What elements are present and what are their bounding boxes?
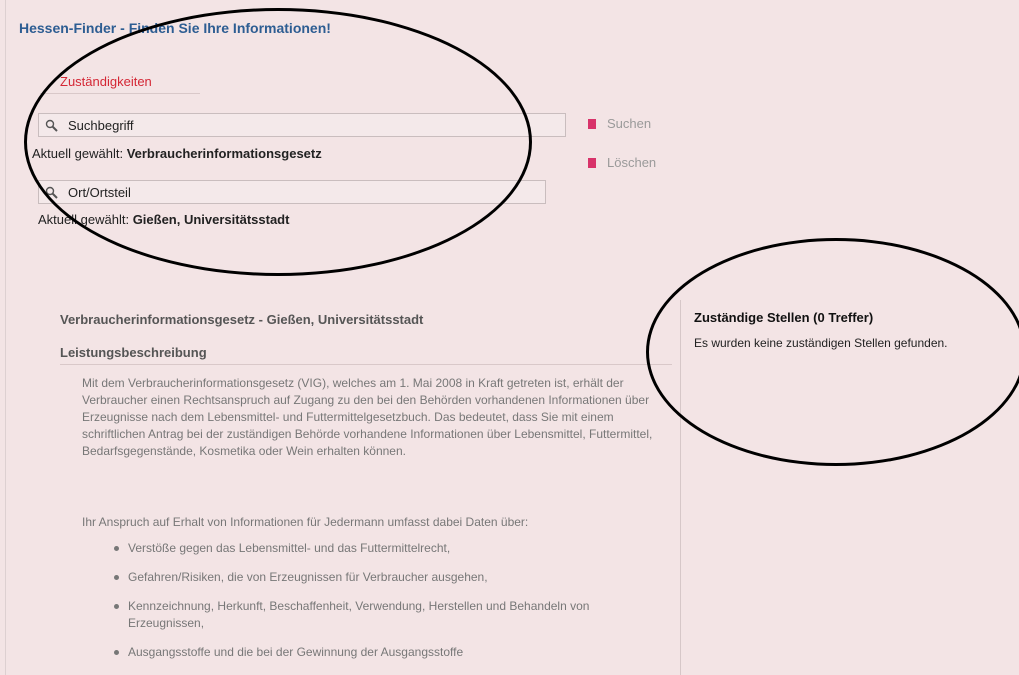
no-results-message: Es wurden keine zuständigen Stellen gefu… — [694, 336, 948, 350]
selected-term: Aktuell gewählt: Verbraucherinformations… — [32, 146, 322, 161]
magnifier-icon — [45, 119, 58, 132]
selected-location: Aktuell gewählt: Gießen, Universitätssta… — [38, 212, 289, 227]
clear-button[interactable]: Löschen — [588, 155, 656, 170]
search-bullet-icon — [588, 118, 596, 129]
location-value: Ort/Ortsteil — [68, 185, 131, 200]
search-term-value: Suchbegriff — [68, 118, 134, 133]
tab-zustaendigkeiten[interactable]: Zuständigkeiten — [60, 74, 152, 89]
column-divider — [680, 300, 681, 675]
data-list: Verstöße gegen das Lebensmittel- und das… — [114, 540, 658, 673]
tab-underline — [40, 93, 200, 94]
app-title: Hessen-Finder - Finden Sie Ihre Informat… — [19, 20, 331, 36]
magnifier-icon — [45, 186, 58, 199]
selected-location-prefix: Aktuell gewählt: — [38, 212, 130, 227]
clear-button-label: Löschen — [607, 155, 657, 170]
list-item: Ausgangsstoffe und die bei der Gewinnung… — [114, 644, 658, 661]
section-title: Leistungsbeschreibung — [60, 345, 207, 360]
selected-location-value: Gießen, Universitätsstadt — [132, 212, 290, 227]
list-item: Gefahren/Risiken, die von Erzeugnissen f… — [114, 569, 658, 586]
search-button-label: Suchen — [607, 116, 652, 131]
section-divider — [60, 364, 672, 365]
selected-term-value: Verbraucherinformationsgesetz — [126, 146, 322, 161]
responsible-offices-title: Zuständige Stellen (0 Treffer) — [694, 310, 874, 325]
list-item: Kennzeichnung, Herkunft, Beschaffenheit,… — [114, 598, 658, 632]
description-paragraph: Mit dem Verbraucherinformationsgesetz (V… — [82, 376, 653, 458]
description-paragraph-2: Ihr Anspruch auf Erhalt von Informatione… — [82, 515, 529, 529]
location-input[interactable]: Ort/Ortsteil — [38, 180, 546, 204]
list-item: Verstöße gegen das Lebensmittel- und das… — [114, 540, 658, 557]
result-title: Verbraucherinformationsgesetz - Gießen, … — [60, 312, 424, 327]
search-term-input[interactable]: Suchbegriff — [38, 113, 566, 137]
clear-bullet-icon — [588, 157, 596, 168]
search-button[interactable]: Suchen — [588, 116, 651, 131]
selected-term-prefix: Aktuell gewählt: — [32, 146, 124, 161]
